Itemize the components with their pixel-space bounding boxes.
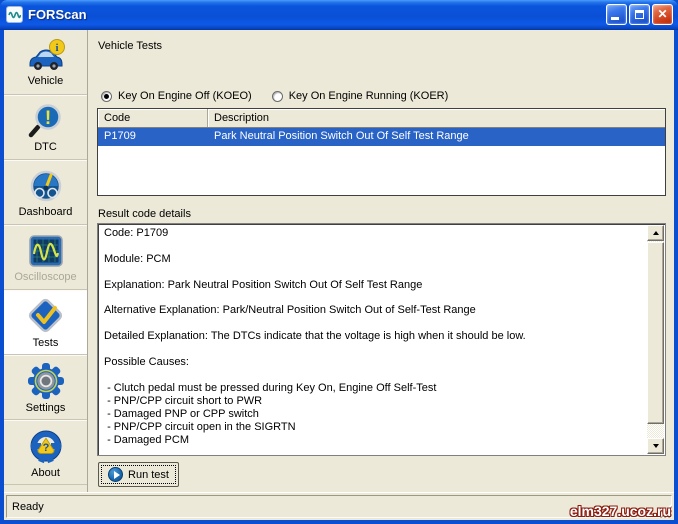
sidebar-item-label: Dashboard	[18, 206, 73, 218]
cell-code: P1709	[104, 130, 136, 142]
scroll-down-button[interactable]	[647, 438, 664, 454]
close-button[interactable]: ✕	[652, 3, 673, 25]
oscilloscope-wave-icon	[28, 235, 63, 267]
status-bar: Ready elm327.ucoz.ru	[4, 492, 674, 520]
diamond-check-icon	[28, 298, 62, 333]
steering-wheel-question-icon: ?	[30, 430, 61, 464]
gauge-icon	[30, 170, 61, 202]
svg-text:?: ?	[42, 442, 49, 454]
run-test-button[interactable]: Run test	[98, 462, 179, 487]
minimize-icon	[611, 16, 619, 20]
details-text: Code: P1709 Module: PCM Explanation: Par…	[104, 227, 526, 446]
radio-koeo[interactable]: Key On Engine Off (KOEO)	[101, 90, 252, 102]
magnifier-exclamation-icon: !	[28, 104, 61, 138]
radio-koer[interactable]: Key On Engine Running (KOER)	[271, 90, 449, 102]
sidebar-item-label: About	[31, 467, 60, 479]
forscan-window: FORScan ✕ i Vehicle ! DTC Dashboard Osci…	[0, 0, 678, 524]
scrollbar-thumb[interactable]	[647, 242, 664, 424]
sidebar-item-label: Settings	[25, 402, 66, 414]
title-bar[interactable]: FORScan ✕	[0, 0, 678, 30]
gear-icon	[27, 363, 64, 399]
window-title: FORScan	[28, 6, 87, 22]
window-body: i Vehicle ! DTC Dashboard Oscilloscope T…	[4, 30, 674, 520]
vehicle-tests-label: Vehicle Tests	[98, 40, 163, 52]
cell-description: Park Neutral Position Switch Out Of Self…	[214, 130, 469, 142]
maximize-button[interactable]	[629, 3, 650, 25]
radio-koer-label[interactable]: Key On Engine Running (KOER)	[289, 90, 449, 102]
main-panel: Vehicle Tests Key On Engine Off (KOEO) K…	[89, 30, 674, 492]
svg-text:i: i	[55, 42, 58, 54]
app-icon	[6, 5, 23, 23]
radio-koeo-circle[interactable]	[101, 90, 112, 102]
sidebar-item-about[interactable]: ? About	[4, 420, 87, 485]
minimize-button[interactable]	[606, 3, 627, 25]
sidebar-item-oscilloscope[interactable]: Oscilloscope	[4, 225, 87, 290]
play-circle-icon	[108, 467, 124, 482]
pulse-wave-icon	[8, 11, 21, 18]
result-code-details-label: Result code details	[98, 208, 191, 220]
table-header: Code Description	[98, 109, 665, 128]
radio-koeo-label[interactable]: Key On Engine Off (KOEO)	[118, 90, 252, 102]
sidebar-item-label: DTC	[34, 141, 57, 153]
sidebar-item-label: Vehicle	[27, 74, 64, 87]
table-row[interactable]: P1709 Park Neutral Position Switch Out O…	[98, 128, 665, 146]
scroll-up-button[interactable]	[647, 225, 664, 241]
sidebar: i Vehicle ! DTC Dashboard Oscilloscope T…	[4, 30, 88, 492]
result-code-details-box[interactable]: Code: P1709 Module: PCM Explanation: Par…	[97, 223, 666, 456]
sidebar-item-settings[interactable]: Settings	[4, 355, 87, 420]
maximize-icon	[635, 9, 644, 19]
scroll-up-icon	[652, 231, 659, 235]
sidebar-item-dtc[interactable]: ! DTC	[4, 95, 87, 160]
car-info-icon: i	[29, 38, 65, 70]
sidebar-item-vehicle[interactable]: i Vehicle	[4, 30, 87, 95]
run-test-label: Run test	[128, 468, 169, 481]
test-mode-radio-group: Key On Engine Off (KOEO) Key On Engine R…	[101, 90, 462, 102]
scroll-down-icon	[652, 444, 659, 448]
svg-text:!: !	[44, 108, 50, 129]
status-text: Ready	[12, 500, 44, 513]
sidebar-item-dashboard[interactable]: Dashboard	[4, 160, 87, 225]
radio-koer-circle[interactable]	[271, 90, 283, 102]
sidebar-item-label: Oscilloscope	[14, 271, 77, 283]
sidebar-item-label: Tests	[32, 337, 59, 349]
close-icon: ✕	[657, 7, 668, 21]
result-codes-table: Code Description P1709 Park Neutral Posi…	[97, 108, 666, 196]
sidebar-item-tests[interactable]: Tests	[4, 290, 87, 355]
details-scrollbar[interactable]	[647, 225, 664, 454]
column-header-code[interactable]: Code	[98, 109, 208, 127]
column-header-description[interactable]: Description	[208, 109, 665, 127]
site-watermark: elm327.ucoz.ru	[569, 503, 671, 519]
